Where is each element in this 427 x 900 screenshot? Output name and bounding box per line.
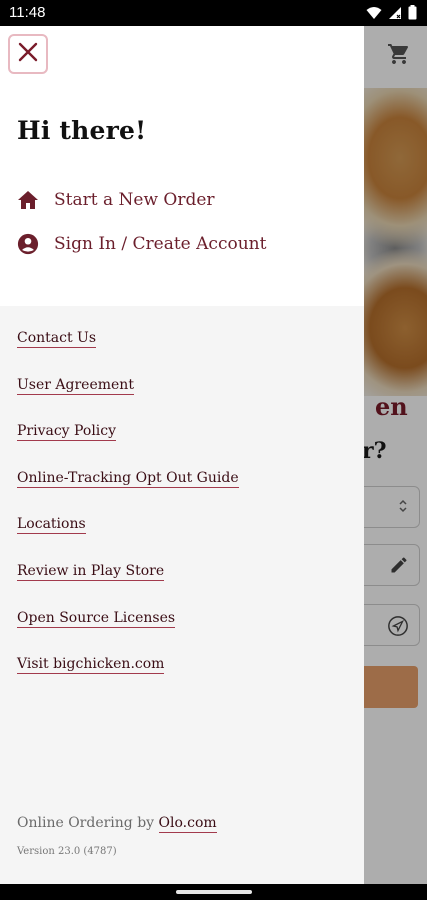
- menu-item-start-order[interactable]: Start a New Order: [17, 186, 215, 214]
- navigation-drawer: Hi there! Start a New Order Sign In / Cr…: [0, 26, 364, 884]
- drawer-header: Hi there! Start a New Order Sign In / Cr…: [0, 26, 364, 306]
- menu-item-label: Sign In / Create Account: [54, 234, 267, 254]
- greeting-title: Hi there!: [17, 116, 147, 145]
- olo-link[interactable]: Olo.com: [158, 815, 217, 833]
- account-circle-icon: [17, 233, 39, 255]
- link-review-play-store[interactable]: Review in Play Store: [17, 563, 165, 581]
- menu-item-label: Start a New Order: [54, 190, 215, 210]
- link-user-agreement[interactable]: User Agreement: [17, 377, 134, 395]
- link-privacy-policy[interactable]: Privacy Policy: [17, 423, 117, 441]
- link-locations[interactable]: Locations: [17, 516, 86, 534]
- link-contact-us[interactable]: Contact Us: [17, 330, 97, 348]
- link-open-source-licenses[interactable]: Open Source Licenses: [17, 610, 176, 628]
- link-visit-website[interactable]: Visit bigchicken.com: [17, 656, 165, 674]
- wifi-icon: [366, 5, 382, 24]
- system-nav-bar: [0, 884, 427, 900]
- home-icon: [17, 189, 39, 211]
- footer-prefix: Online Ordering by: [17, 815, 159, 831]
- close-drawer-button[interactable]: [8, 34, 48, 74]
- online-ordering-footer: Online Ordering by Olo.com: [17, 815, 217, 833]
- version-label: Version 23.0 (4787): [17, 846, 117, 857]
- battery-icon: [408, 5, 417, 24]
- status-icons: [366, 5, 417, 24]
- menu-item-sign-in[interactable]: Sign In / Create Account: [17, 230, 266, 258]
- close-icon: [17, 41, 39, 67]
- link-tracking-opt-out[interactable]: Online-Tracking Opt Out Guide: [17, 470, 239, 488]
- status-time: 11:48: [9, 4, 46, 21]
- home-gesture-handle[interactable]: [176, 890, 252, 894]
- signal-icon: [388, 5, 402, 24]
- status-bar: 11:48: [0, 0, 427, 26]
